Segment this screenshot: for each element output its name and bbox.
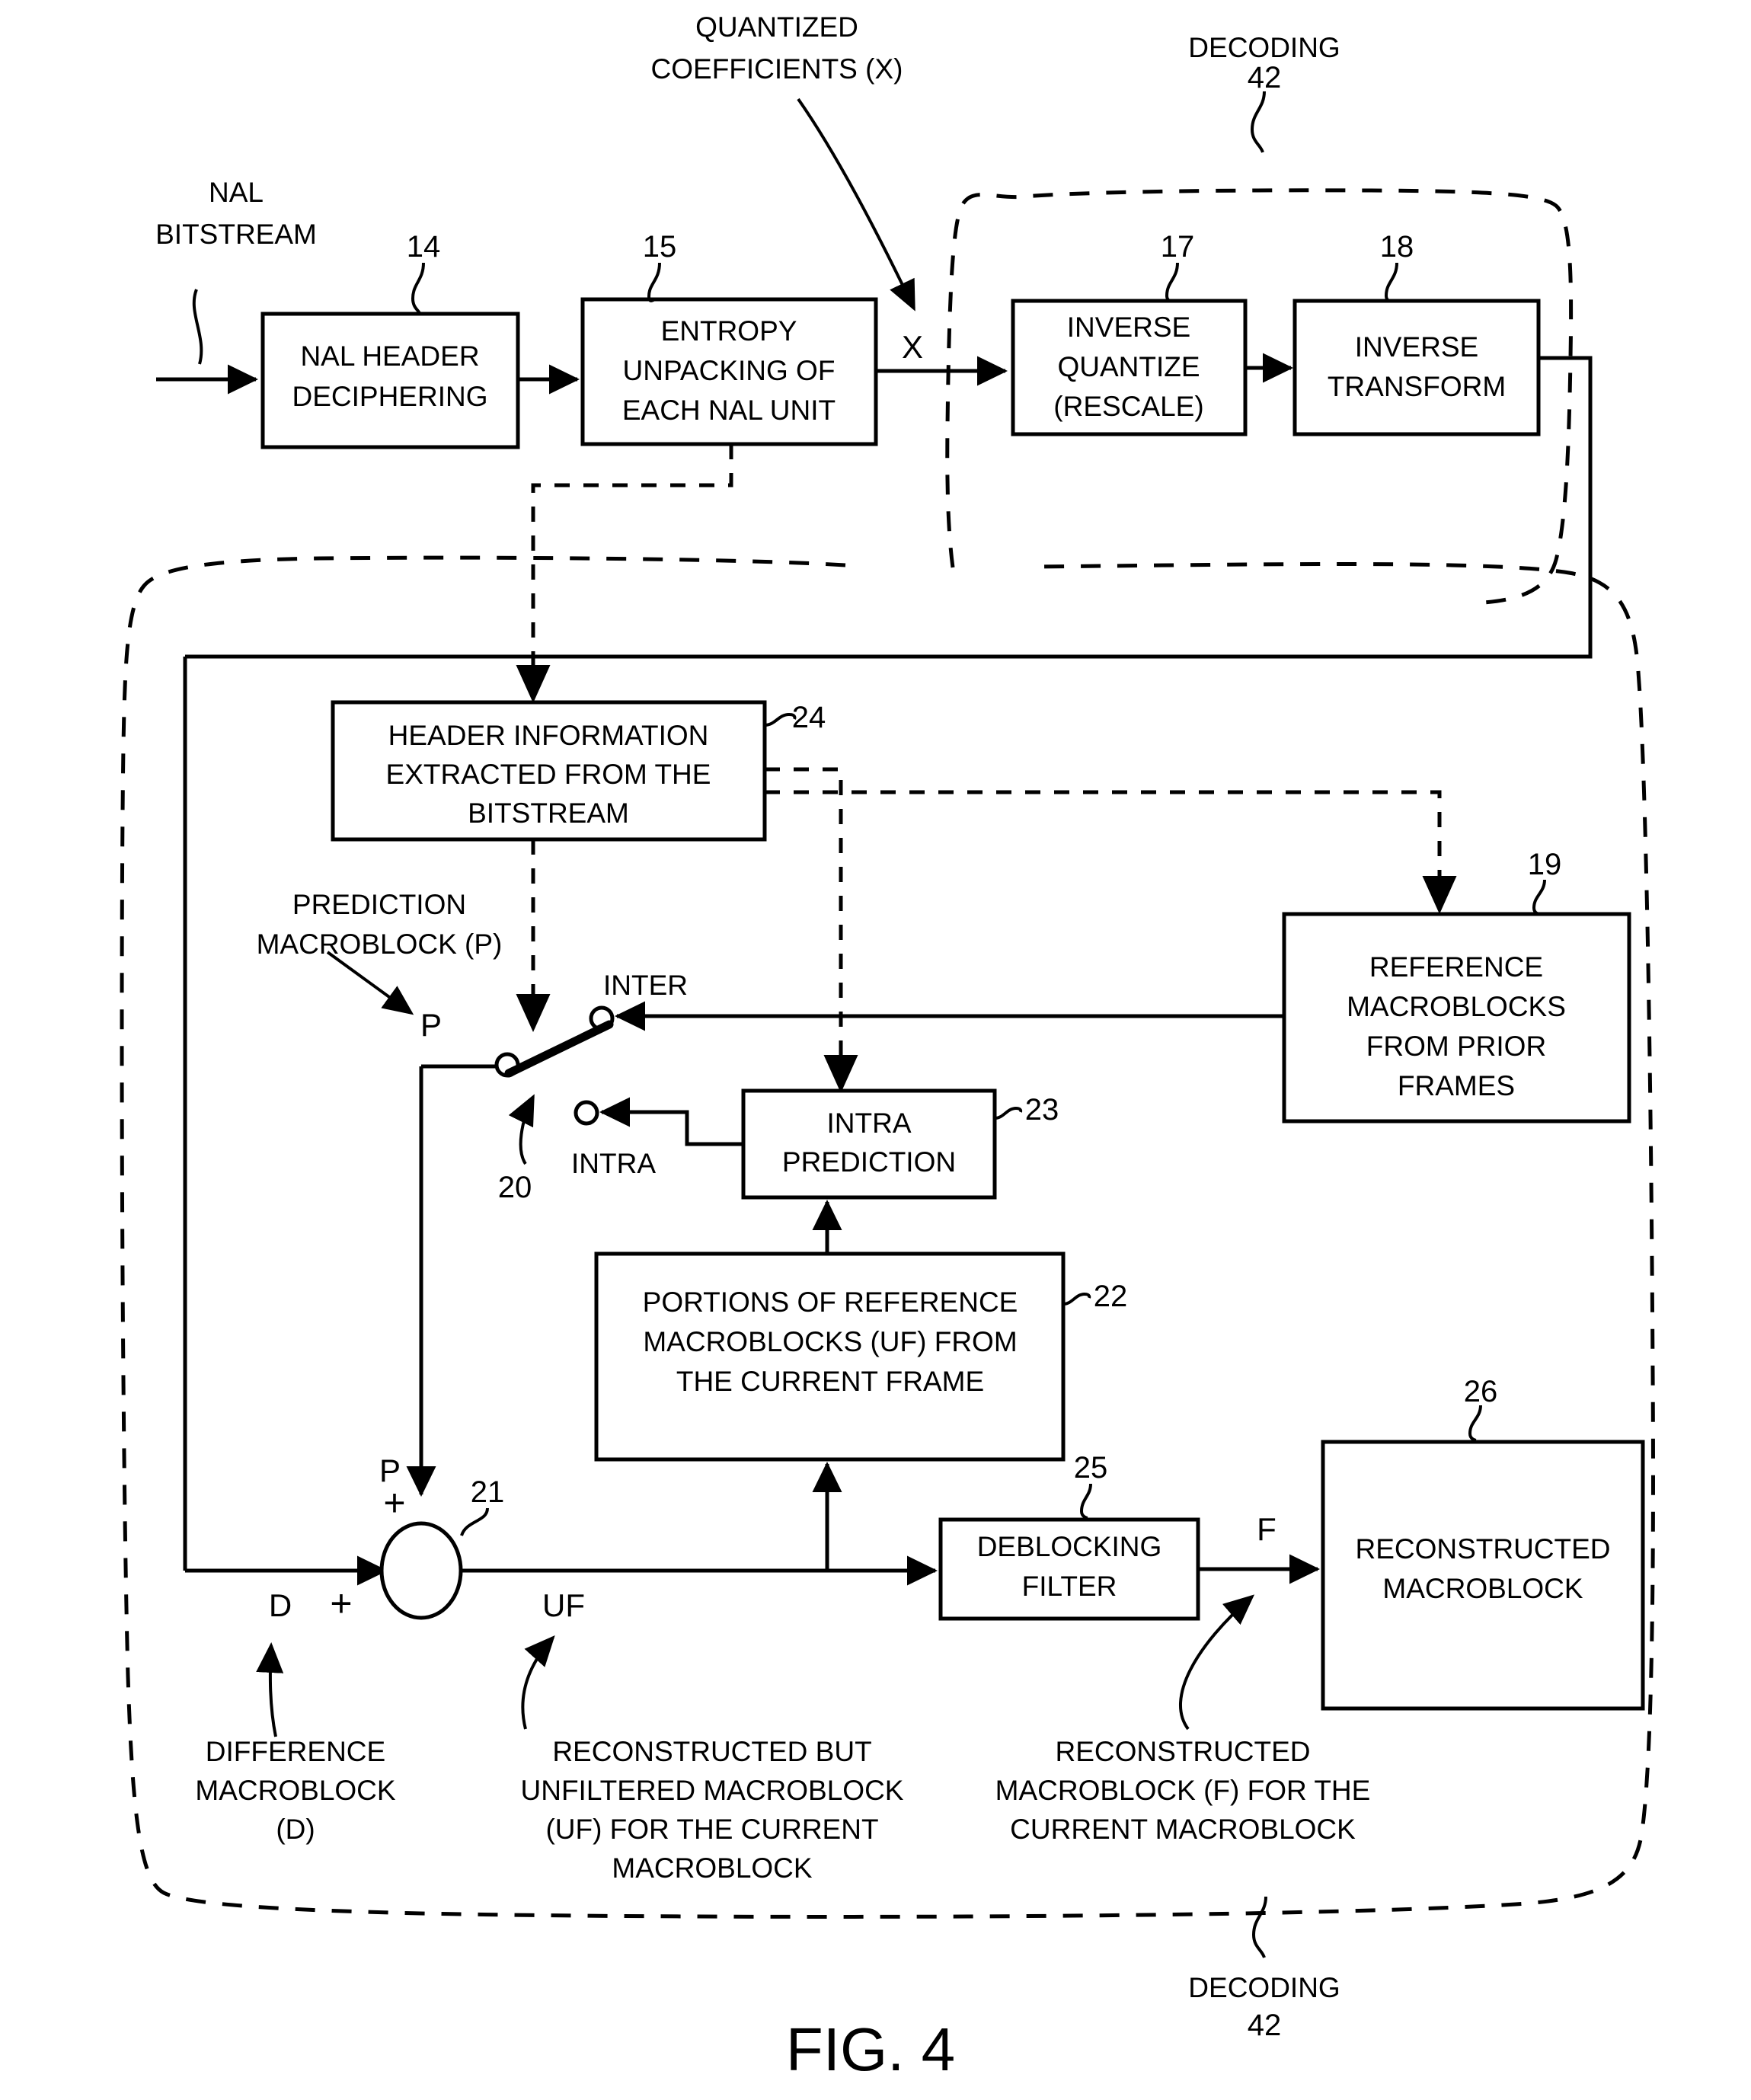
block-label-nal-header-deciphering-line1: NAL HEADER <box>300 340 479 372</box>
refnum-26: 26 <box>1464 1375 1498 1408</box>
bottom-region-label: DECODING <box>1188 1972 1340 2003</box>
adder-plus-left: + <box>330 1582 352 1625</box>
block-label-entropy-unpacking-line1: ENTROPY <box>661 315 797 347</box>
block-label-portions-reference-line2: MACROBLOCKS (UF) FROM <box>643 1326 1017 1357</box>
block-label-portions-reference-line1: PORTIONS OF REFERENCE <box>643 1287 1018 1318</box>
block-label-inverse-quantize-line1: INVERSE <box>1067 312 1190 343</box>
difference-macroblock-label-line3: (D) <box>276 1814 315 1845</box>
block-label-reference-macroblocks-line1: REFERENCE <box>1369 951 1543 983</box>
block-label-inverse-quantize-line2: QUANTIZE <box>1057 351 1200 382</box>
refnum-14: 14 <box>407 230 441 264</box>
block-label-reference-macroblocks-line3: FROM PRIOR <box>1366 1031 1546 1062</box>
signal-label-p-switch: P <box>420 1007 442 1043</box>
block-label-deblocking-filter-line1: DEBLOCKING <box>977 1531 1162 1562</box>
block-label-reconstructed-macroblock-line1: RECONSTRUCTED <box>1355 1533 1610 1565</box>
block-label-intra-prediction-line2: PREDICTION <box>782 1146 956 1178</box>
unfiltered-macroblock-label-line1: RECONSTRUCTED BUT <box>552 1736 871 1767</box>
refnum-20: 20 <box>498 1171 532 1204</box>
signal-label-x: X <box>902 329 923 365</box>
block-label-portions-reference-line3: THE CURRENT FRAME <box>676 1366 984 1397</box>
patent-figure: QUANTIZED COEFFICIENTS (X) DECODING 42 N… <box>0 0 1751 2100</box>
refnum-18: 18 <box>1380 230 1414 264</box>
block-label-intra-prediction-line1: INTRA <box>827 1108 912 1139</box>
block-label-inverse-quantize-line3: (RESCALE) <box>1053 391 1203 422</box>
quantized-coefficients-label-line1: QUANTIZED <box>695 11 858 43</box>
nal-bitstream-label-line1: NAL <box>209 177 264 208</box>
quantized-coefficients-label-line2: COEFFICIENTS (X) <box>651 53 903 85</box>
figure-title: FIG. 4 <box>786 2015 955 2083</box>
figure-text-layer: QUANTIZED COEFFICIENTS (X) DECODING 42 N… <box>155 11 1610 2083</box>
prediction-macroblock-label-line1: PREDICTION <box>292 889 466 920</box>
reconstructed-f-label-line1: RECONSTRUCTED <box>1055 1736 1310 1767</box>
switch-inter-label: INTER <box>603 970 688 1001</box>
difference-macroblock-label-line2: MACROBLOCK <box>195 1775 395 1806</box>
refnum-15: 15 <box>643 230 677 264</box>
refnum-24: 24 <box>792 701 826 734</box>
refnum-17: 17 <box>1161 230 1195 264</box>
bottom-region-refnum: 42 <box>1248 2009 1282 2042</box>
refnum-23: 23 <box>1025 1093 1059 1127</box>
refnum-25: 25 <box>1074 1451 1108 1485</box>
refnum-22: 22 <box>1094 1280 1128 1313</box>
block-label-header-information-line2: EXTRACTED FROM THE <box>386 759 711 790</box>
difference-macroblock-label-line1: DIFFERENCE <box>206 1736 385 1767</box>
refnum-21: 21 <box>471 1475 505 1509</box>
block-label-nal-header-deciphering-line2: DECIPHERING <box>292 381 488 412</box>
reconstructed-f-label-line3: CURRENT MACROBLOCK <box>1010 1814 1356 1845</box>
unfiltered-macroblock-label-line2: UNFILTERED MACROBLOCK <box>521 1775 904 1806</box>
signal-label-d: D <box>269 1587 292 1623</box>
signal-label-f: F <box>1257 1511 1277 1547</box>
block-label-inverse-transform-line2: TRANSFORM <box>1328 371 1506 402</box>
reconstructed-f-label-line2: MACROBLOCK (F) FOR THE <box>995 1775 1371 1806</box>
block-label-reference-macroblocks-line4: FRAMES <box>1398 1070 1515 1101</box>
unfiltered-macroblock-label-line3: (UF) FOR THE CURRENT <box>545 1814 878 1845</box>
block-label-reference-macroblocks-line2: MACROBLOCKS <box>1347 991 1566 1022</box>
adder-plus-top: + <box>383 1482 405 1524</box>
nal-bitstream-label-line2: BITSTREAM <box>155 219 317 250</box>
switch-intra-label: INTRA <box>571 1148 656 1179</box>
top-region-label: DECODING <box>1188 32 1340 63</box>
block-label-deblocking-filter-line2: FILTER <box>1022 1571 1117 1602</box>
block-label-reconstructed-macroblock-line2: MACROBLOCK <box>1382 1573 1583 1604</box>
unfiltered-macroblock-label-line4: MACROBLOCK <box>612 1852 812 1884</box>
block-label-entropy-unpacking-line2: UNPACKING OF <box>623 355 836 386</box>
prediction-macroblock-label-line2: MACROBLOCK (P) <box>257 929 503 960</box>
block-label-header-information-line3: BITSTREAM <box>468 797 629 829</box>
block-label-entropy-unpacking-line3: EACH NAL UNIT <box>622 395 836 426</box>
block-label-inverse-transform-line1: INVERSE <box>1355 331 1478 363</box>
top-region-refnum: 42 <box>1248 61 1282 94</box>
refnum-19: 19 <box>1528 848 1562 881</box>
signal-label-uf: UF <box>542 1587 585 1623</box>
block-label-header-information-line1: HEADER INFORMATION <box>388 720 709 751</box>
